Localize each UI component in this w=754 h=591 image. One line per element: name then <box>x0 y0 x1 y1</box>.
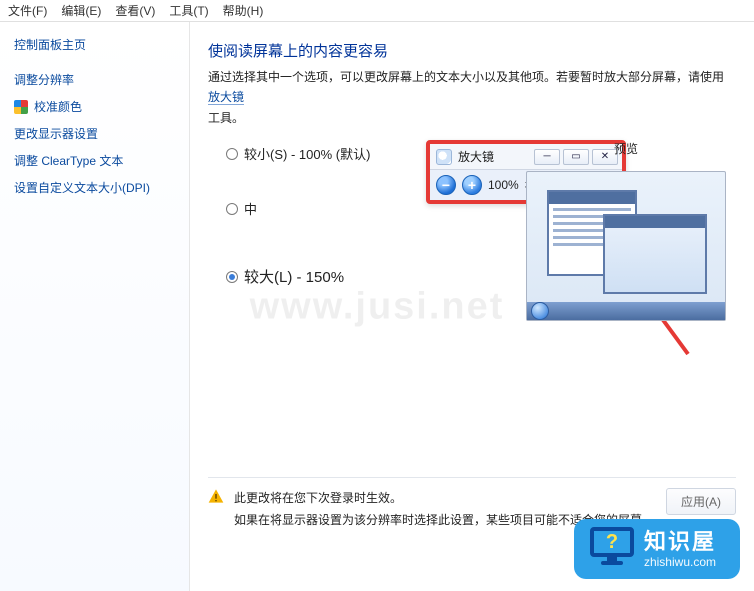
main-panel: 使阅读屏幕上的内容更容易 通过选择其中一个选项，可以更改屏幕上的文本大小以及其他… <box>190 22 754 591</box>
sidebar-calibrate-color[interactable]: 校准颜色 <box>34 98 82 115</box>
magnifier-icon <box>436 149 452 165</box>
brand-domain: zhishiwu.com <box>644 555 716 569</box>
sidebar-adjust-resolution[interactable]: 调整分辨率 <box>14 71 177 88</box>
menu-edit[interactable]: 编辑(E) <box>61 2 101 19</box>
desc-text-b: 工具。 <box>208 111 244 125</box>
option-large-label: 较大(L) - 150% <box>244 266 344 287</box>
page-title: 使阅读屏幕上的内容更容易 <box>208 40 736 61</box>
page-description: 通过选择其中一个选项，可以更改屏幕上的文本大小以及其他项。若要暂时放大部分屏幕，… <box>208 67 736 128</box>
radio-large[interactable] <box>226 271 238 283</box>
zoom-in-button[interactable]: + <box>462 175 482 195</box>
radio-small[interactable] <box>226 148 238 160</box>
warning-icon <box>208 488 224 504</box>
menubar: 文件(F) 编辑(E) 查看(V) 工具(T) 帮助(H) <box>0 0 754 22</box>
desc-text-a: 通过选择其中一个选项，可以更改屏幕上的文本大小以及其他项。若要暂时放大部分屏幕，… <box>208 70 724 84</box>
shield-icon <box>14 100 28 114</box>
start-orb-icon <box>531 302 549 320</box>
brand-title: 知识屋 <box>644 531 716 553</box>
sidebar-adjust-cleartype[interactable]: 调整 ClearType 文本 <box>14 152 177 169</box>
menu-view[interactable]: 查看(V) <box>115 2 155 19</box>
option-small-label: 较小(S) - 100% (默认) <box>244 144 370 163</box>
apply-button[interactable]: 应用(A) <box>666 488 736 515</box>
menu-help[interactable]: 帮助(H) <box>223 2 264 19</box>
sidebar-custom-dpi[interactable]: 设置自定义文本大小(DPI) <box>14 179 177 196</box>
radio-medium[interactable] <box>226 203 238 215</box>
brand-badge: ? 知识屋 zhishiwu.com <box>574 519 740 579</box>
menu-tools[interactable]: 工具(T) <box>169 2 208 19</box>
preview-section: 预览 <box>526 140 726 321</box>
magnifier-link[interactable]: 放大镜 <box>208 90 244 105</box>
sidebar-change-display-settings[interactable]: 更改显示器设置 <box>14 125 177 142</box>
magnifier-title: 放大镜 <box>458 148 531 165</box>
warning-text-1: 此更改将在您下次登录时生效。 <box>234 488 656 510</box>
zoom-value: 100% <box>488 178 519 192</box>
preview-thumbnail <box>526 171 726 321</box>
sidebar: 控制面板主页 调整分辨率 校准颜色 更改显示器设置 调整 ClearType 文… <box>0 22 190 591</box>
brand-icon: ? <box>590 527 634 563</box>
option-medium-label: 中 <box>244 199 257 218</box>
sidebar-home[interactable]: 控制面板主页 <box>14 36 177 53</box>
zoom-out-button[interactable]: − <box>436 175 456 195</box>
menu-file[interactable]: 文件(F) <box>8 2 47 19</box>
preview-label: 预览 <box>526 140 726 157</box>
divider <box>208 477 736 478</box>
